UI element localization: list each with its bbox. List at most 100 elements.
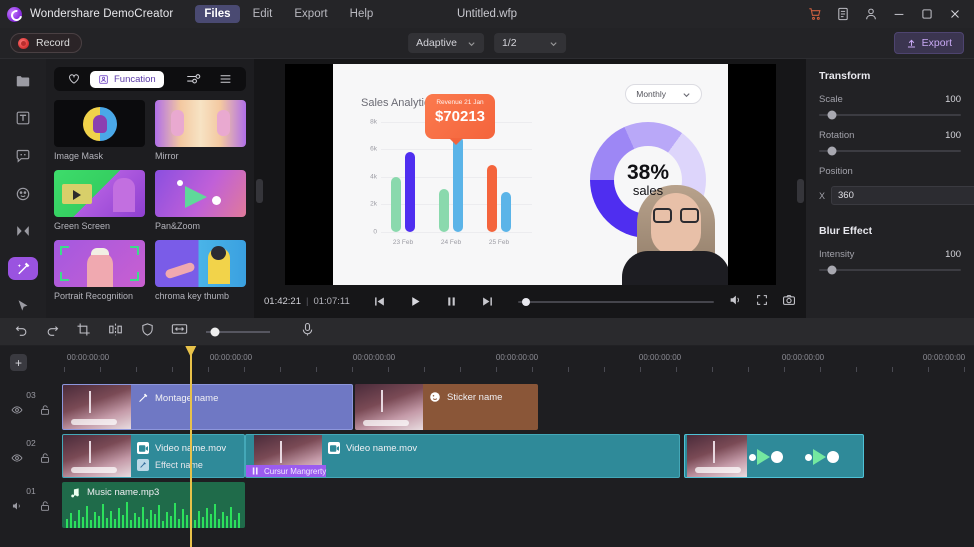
sidebar-item-caption[interactable] xyxy=(8,144,38,168)
undo-button[interactable] xyxy=(14,322,29,342)
intensity-slider-knob[interactable] xyxy=(827,266,836,275)
tab-filter[interactable] xyxy=(178,70,209,88)
effect-card-pan-zoom[interactable]: Pan&Zoom xyxy=(155,170,246,232)
transport-buttons xyxy=(368,295,500,308)
transform-section-title: Transform xyxy=(819,70,961,82)
collapse-left-handle[interactable] xyxy=(256,179,263,203)
current-time: 01:42:21 xyxy=(264,296,301,307)
close-icon[interactable] xyxy=(948,7,962,21)
menu-help[interactable]: Help xyxy=(341,5,383,23)
rotation-slider-knob[interactable] xyxy=(827,147,836,156)
menu-export[interactable]: Export xyxy=(285,5,336,23)
y-tick: 6k xyxy=(370,146,377,153)
caption-icon xyxy=(15,148,31,164)
eye-icon[interactable] xyxy=(11,452,23,464)
keyframe-dot[interactable] xyxy=(771,451,783,463)
effect-card-green-screen[interactable]: Green Screen xyxy=(54,170,145,232)
timeline-toolbar xyxy=(0,318,974,346)
title-bar: Wondershare DemoCreator Files Edit Expor… xyxy=(0,0,974,28)
timeline-clip-video-1[interactable]: Video name.mov Effect name xyxy=(62,434,245,478)
account-icon[interactable] xyxy=(864,7,878,21)
x-tick: 25 Feb xyxy=(489,239,509,246)
timeline-clip-keyframes[interactable] xyxy=(684,434,864,478)
redo-button[interactable] xyxy=(45,322,60,342)
sidebar-item-cursor[interactable] xyxy=(8,294,38,318)
play-button[interactable] xyxy=(404,295,428,308)
ratio-select[interactable]: 1/2 xyxy=(494,33,566,53)
sidebar-item-effects[interactable] xyxy=(8,257,38,281)
rotation-slider[interactable] xyxy=(819,150,961,152)
mask-button[interactable] xyxy=(140,322,155,342)
collapse-right-handle[interactable] xyxy=(797,179,804,203)
keyframe-dot[interactable] xyxy=(827,451,839,463)
speaker-icon[interactable] xyxy=(11,500,23,512)
effect-card-chroma-key[interactable]: chroma key thumb xyxy=(155,240,246,302)
maximize-icon[interactable] xyxy=(920,7,934,21)
add-track-button[interactable]: + xyxy=(10,354,27,371)
fit-width-button[interactable] xyxy=(171,322,188,341)
intensity-slider[interactable] xyxy=(819,269,961,271)
note-icon[interactable] xyxy=(836,7,850,21)
effect-thumbnail xyxy=(54,240,145,287)
cursor-track-strip[interactable]: Cursur Mangrerty xyxy=(246,465,326,477)
scale-slider-knob[interactable] xyxy=(827,111,836,120)
timeline-clip-video-2[interactable]: Video name.mov Cursur Mangrerty xyxy=(245,434,680,478)
tab-funcation[interactable]: Funcation xyxy=(90,71,164,88)
volume-icon[interactable] xyxy=(728,293,742,310)
split-button[interactable] xyxy=(107,322,124,342)
timeline[interactable]: + 00:00:00:00 00:00:00:00 00:00:00:00 00… xyxy=(0,346,974,547)
cart-icon[interactable] xyxy=(808,7,822,21)
sidebar-item-transition[interactable] xyxy=(8,219,38,243)
keyframe-dot[interactable] xyxy=(749,454,756,461)
snapshot-icon[interactable] xyxy=(782,293,796,310)
prev-frame-button[interactable] xyxy=(368,295,392,308)
eye-icon[interactable] xyxy=(11,404,23,416)
playhead[interactable] xyxy=(190,346,192,547)
crop-button[interactable] xyxy=(76,322,91,342)
seek-slider[interactable] xyxy=(518,301,714,303)
period-select[interactable]: Monthly xyxy=(625,84,702,104)
quality-select[interactable]: Adaptive xyxy=(408,33,484,53)
export-button[interactable]: Export xyxy=(894,32,964,54)
position-inputs: X Y xyxy=(819,186,961,205)
sticker-icon xyxy=(429,391,441,403)
effect-card-mirror[interactable]: Mirror xyxy=(155,100,246,162)
timeline-ruler[interactable]: + 00:00:00:00 00:00:00:00 00:00:00:00 00… xyxy=(0,346,974,376)
sidebar-item-text[interactable] xyxy=(8,107,38,131)
chevron-down-icon xyxy=(682,90,691,99)
unlock-icon[interactable] xyxy=(39,404,51,416)
menu-files[interactable]: Files xyxy=(195,5,239,23)
sidebar-item-sticker[interactable] xyxy=(8,182,38,206)
playback-controls: 01:42:21 | 01:07:11 xyxy=(254,285,806,318)
video-canvas[interactable]: Sales Analytics 0 2k 4k 6k 8k xyxy=(285,64,776,285)
bar xyxy=(439,189,449,232)
timeline-clip-montage[interactable]: Montage name xyxy=(62,384,353,430)
sidebar-item-media-folder[interactable] xyxy=(8,69,38,93)
tab-menu[interactable] xyxy=(211,70,240,88)
x-tick: 24 Feb xyxy=(441,239,461,246)
effect-card-portrait-recognition[interactable]: Portrait Recognition xyxy=(54,240,145,302)
fullscreen-icon[interactable] xyxy=(755,293,769,310)
position-x-input[interactable] xyxy=(831,186,974,205)
record-button[interactable]: Record xyxy=(10,33,82,53)
effect-icon xyxy=(137,392,149,404)
timeline-clip-music[interactable]: Music name.mp3 xyxy=(62,482,245,528)
seek-knob[interactable] xyxy=(522,298,530,306)
effect-card-image-mask[interactable]: Image Mask xyxy=(54,100,145,162)
pause-button[interactable] xyxy=(440,295,464,308)
minimize-icon[interactable] xyxy=(892,7,906,21)
tab-favorites[interactable] xyxy=(60,70,88,88)
timeline-zoom-slider[interactable] xyxy=(206,331,270,333)
scale-slider[interactable] xyxy=(819,114,961,116)
unlock-icon[interactable] xyxy=(39,500,51,512)
next-frame-button[interactable] xyxy=(476,295,500,308)
window-controls xyxy=(808,7,974,21)
bar xyxy=(405,152,415,232)
timeline-clip-sticker[interactable]: Sticker name xyxy=(355,384,538,430)
unlock-icon[interactable] xyxy=(39,452,51,464)
menu-edit[interactable]: Edit xyxy=(244,5,282,23)
timeline-zoom-knob[interactable] xyxy=(210,327,219,336)
folder-icon xyxy=(15,73,31,89)
keyframe-dot[interactable] xyxy=(805,454,812,461)
microphone-button[interactable] xyxy=(300,322,315,342)
